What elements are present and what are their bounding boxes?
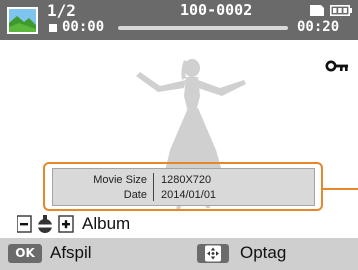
file-counter: 1/2 <box>47 1 76 20</box>
album-label: Album <box>82 214 131 233</box>
zoom-lever-icon <box>17 215 74 233</box>
record-action-label: Optag <box>240 243 287 262</box>
ok-button[interactable]: OK <box>8 244 42 263</box>
protect-key-icon <box>325 60 348 72</box>
movie-thumbnail-icon <box>7 7 38 34</box>
file-info-panel: Movie Size 1280X720 Date 2014/01/01 <box>52 168 315 206</box>
folder-file-number: 100-0002 <box>180 1 253 19</box>
battery-full-icon <box>330 5 352 16</box>
total-time: 00:20 <box>297 19 340 35</box>
movie-size-label: Movie Size <box>93 174 147 186</box>
four-way-nav-icon <box>205 245 221 262</box>
status-bar: 1/2 100-0002 00:00 00:20 <box>0 0 358 40</box>
movie-size-value: 1280X720 <box>161 174 212 186</box>
key-guide-bar: OK Afspil Optag <box>0 238 358 270</box>
date-value: 2014/01/01 <box>161 189 217 201</box>
memory-card-icon <box>310 5 324 16</box>
playback-progress-bar[interactable] <box>118 26 288 30</box>
nav-button[interactable] <box>197 244 229 263</box>
elapsed-time: 00:00 <box>62 19 105 35</box>
stop-icon <box>49 24 57 32</box>
date-label: Date <box>123 189 147 201</box>
play-action-label: Afspil <box>50 243 92 262</box>
info-divider <box>153 173 154 201</box>
playback-screen: 1/2 100-0002 00:00 00:20 Movie Size 1280… <box>0 0 358 270</box>
callout-line <box>323 188 358 190</box>
